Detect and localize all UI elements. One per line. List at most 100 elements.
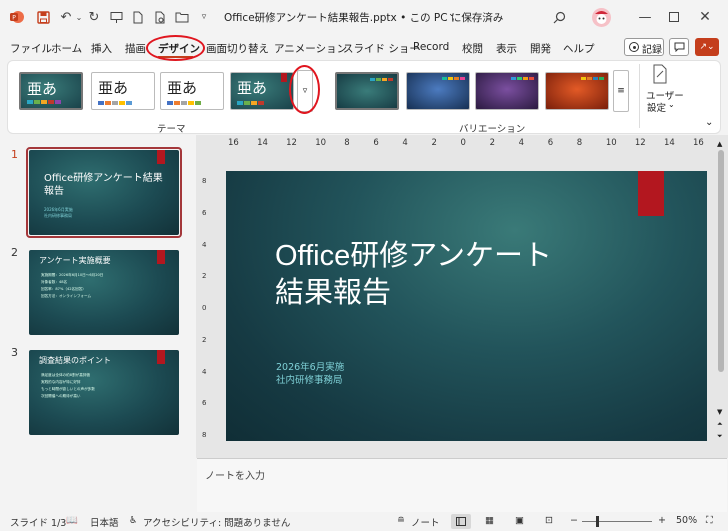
minimize-icon[interactable]: —: [637, 9, 653, 25]
slide-title[interactable]: Office研修アンケート 結果報告: [275, 238, 655, 312]
redo-icon[interactable]: ↻: [86, 9, 102, 25]
scroll-down-icon[interactable]: ▼: [717, 408, 722, 416]
tab-record[interactable]: Record: [413, 41, 449, 53]
comments-button[interactable]: [669, 38, 689, 56]
ruler-tick-label: 6: [373, 138, 379, 148]
slide-count[interactable]: スライド 1/3: [10, 515, 66, 529]
variation-thumbnail-3[interactable]: [475, 72, 539, 110]
scroll-up-icon[interactable]: ▲: [717, 140, 722, 148]
maximize-icon[interactable]: [666, 9, 682, 25]
tab-view[interactable]: 表示: [496, 41, 517, 56]
zoom-level[interactable]: 50%: [676, 515, 697, 526]
ruler-tick-label: 2: [202, 335, 207, 344]
ribbon-tabs: ファイル ホーム 挿入 描画 デザイン 画面切り替え アニメーション スライド …: [0, 38, 728, 60]
slide-thumbnail-1[interactable]: Office研修アンケート結果報告 2026年6月実施 社内研修事務局: [29, 150, 179, 235]
theme-thumbnail-4[interactable]: 亜あ: [230, 72, 294, 110]
avatar[interactable]: [592, 8, 611, 27]
thumb-bullet: 実践的な内容が特に好評: [41, 380, 81, 384]
share-icon: ↗⌄: [699, 42, 715, 52]
slide-sorter-icon[interactable]: ▦: [485, 515, 494, 526]
tab-insert[interactable]: 挿入: [91, 41, 112, 56]
user-settings-label-2: 設定: [647, 103, 667, 114]
thumb-bullet: 回答方法：オンラインフォーム: [41, 294, 92, 298]
notes-pane[interactable]: ノートを入力: [197, 458, 727, 513]
print-preview-icon[interactable]: [152, 9, 168, 25]
ruler-tick-label: 2: [202, 272, 207, 281]
ruler-tick-label: 10: [605, 138, 617, 148]
thumb-bullet: 回答率：87%（42名回答）: [41, 287, 86, 291]
collapse-ribbon-icon[interactable]: ⌄: [705, 117, 713, 128]
reading-view-icon[interactable]: ▣: [515, 515, 524, 526]
tab-animations[interactable]: アニメーション: [274, 41, 347, 56]
variation-group-label: バリエーション: [459, 124, 526, 135]
slide-thumbnail-2[interactable]: アンケート実施概要 実施期間：2026年6月10日〜6月20日 対象者数：48名…: [29, 250, 179, 335]
tab-review[interactable]: 校閲: [462, 41, 483, 56]
fit-to-window-icon[interactable]: ⛶: [706, 515, 713, 526]
vertical-scrollbar[interactable]: ▲ ▼ ⏶ ⏷: [715, 140, 727, 445]
accessibility-status[interactable]: アクセシビリティ: 問題ありません: [143, 515, 290, 529]
thumbnail-number: 3: [11, 346, 18, 359]
page-setup-icon: [653, 64, 667, 84]
notes-toggle[interactable]: ノート: [411, 515, 440, 529]
variation-thumbnail-2[interactable]: [406, 72, 470, 110]
thumbnail-number: 2: [11, 246, 18, 259]
slideshow-view-icon[interactable]: ⊡: [545, 515, 553, 526]
record-icon: [629, 42, 639, 52]
notes-icon[interactable]: ≘: [397, 515, 405, 526]
document-title[interactable]: Office研修アンケート結果報告.pptx • この PC に保存済み: [224, 10, 503, 25]
zoom-slider-track[interactable]: [582, 521, 652, 522]
theme-thumbnail-1[interactable]: 亜あ: [19, 72, 83, 110]
tab-help[interactable]: ヘルプ: [563, 41, 595, 56]
variation-gallery-more-button[interactable]: ≡: [613, 70, 629, 112]
horizontal-ruler[interactable]: 16 14 12 10 8 6 4 2 0 2 4 6 8 10 12 14 16: [226, 138, 707, 151]
thumb-bullet: 次回開催への期待が高い: [41, 394, 81, 398]
tab-home[interactable]: ホーム: [51, 41, 82, 56]
previous-slide-icon[interactable]: ⏶: [717, 420, 723, 429]
zoom-in-button[interactable]: +: [658, 515, 666, 526]
theme-thumbnail-2[interactable]: 亜あ: [91, 72, 155, 110]
svg-text:P: P: [12, 15, 16, 22]
variation-thumbnail-4[interactable]: [545, 72, 609, 110]
spelling-check-icon[interactable]: 📖: [66, 515, 78, 526]
tab-draw[interactable]: 描画: [125, 41, 146, 56]
undo-dropdown-icon[interactable]: ⌄: [71, 9, 87, 25]
new-icon[interactable]: [130, 9, 146, 25]
record-button[interactable]: 記録: [624, 38, 664, 56]
thumbnail-number: 1: [11, 148, 18, 161]
slide-thumbnail-3[interactable]: 調査結果のポイント 満足度は全体の約8割が高評価 実践的な内容が特に好評 もっと…: [29, 350, 179, 435]
language-status[interactable]: 日本語: [90, 515, 119, 529]
slide-subtitle-line-2: 社内研修事務局: [276, 375, 343, 386]
open-icon[interactable]: [174, 9, 190, 25]
user-settings-button[interactable]: ユーザー 設定 ⌄: [641, 64, 684, 114]
comment-icon: [674, 42, 684, 52]
slide-canvas[interactable]: Office研修アンケート 結果報告 2026年6月実施 社内研修事務局: [226, 171, 707, 441]
next-slide-icon[interactable]: ⏷: [717, 432, 723, 441]
normal-view-button[interactable]: [451, 514, 471, 529]
search-icon[interactable]: [551, 9, 567, 25]
variation-thumbnail-1[interactable]: [335, 72, 399, 110]
slide-title-line-2: 結果報告: [275, 277, 392, 309]
zoom-out-button[interactable]: −: [570, 515, 578, 526]
theme-thumbnail-3[interactable]: 亜あ: [160, 72, 224, 110]
customize-icon[interactable]: ▿: [196, 9, 212, 25]
vertical-ruler[interactable]: 8 6 4 2 0 2 4 6 8: [199, 171, 212, 441]
title-chevron-down-icon[interactable]: ⌄: [448, 9, 456, 19]
ruler-tick-label: 14: [663, 138, 675, 148]
tab-file[interactable]: ファイル: [10, 41, 52, 56]
save-icon[interactable]: [35, 9, 51, 25]
slide-subtitle[interactable]: 2026年6月実施 社内研修事務局: [276, 361, 344, 387]
ruler-tick-label: 4: [402, 138, 408, 148]
ruler-tick-label: 14: [257, 138, 268, 148]
share-button[interactable]: ↗⌄: [695, 38, 719, 56]
tab-slideshow[interactable]: スライド ショー: [343, 41, 420, 56]
zoom-slider-thumb[interactable]: [596, 516, 599, 527]
accessibility-icon[interactable]: ♿: [129, 515, 138, 526]
ruler-tick-label: 2: [431, 138, 437, 148]
tab-transitions[interactable]: 画面切り替え: [206, 41, 269, 56]
red-ribbon-decoration: [638, 171, 664, 216]
scrollbar-thumb[interactable]: [718, 150, 724, 372]
close-icon[interactable]: ✕: [697, 9, 713, 25]
present-icon[interactable]: [108, 9, 124, 25]
tab-developer[interactable]: 開発: [530, 41, 551, 56]
ruler-tick-label: 8: [202, 177, 207, 185]
